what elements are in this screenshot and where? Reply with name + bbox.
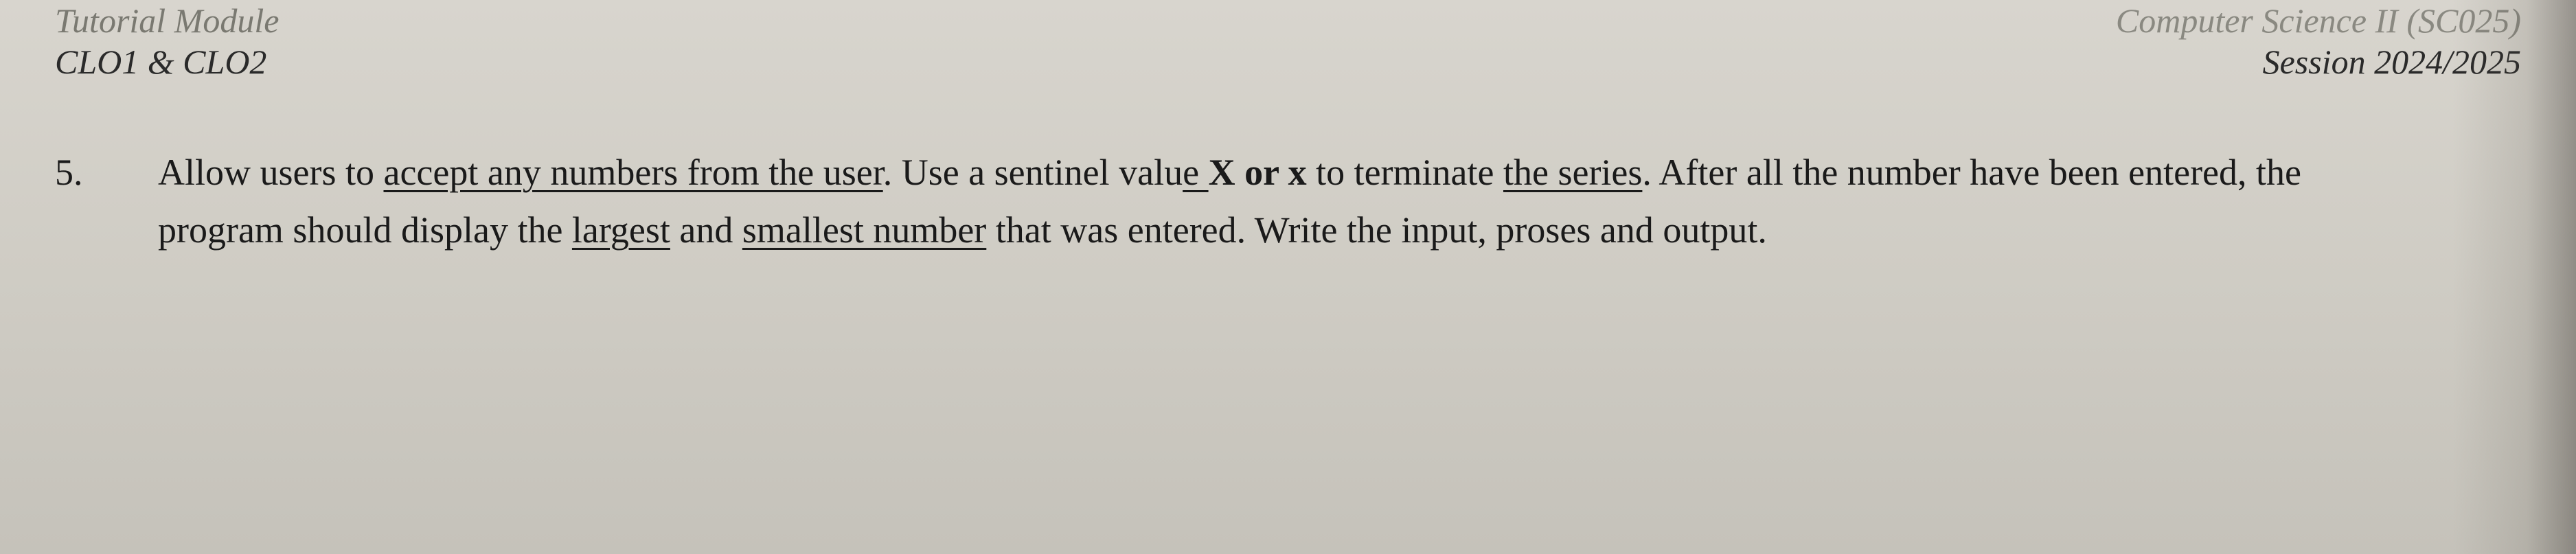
text-part: Allow users to: [158, 152, 383, 193]
text-part: . Use a sentinel valu: [883, 152, 1183, 193]
question-text: Allow users to accept any numbers from t…: [158, 144, 2521, 259]
clo-reference: CLO1 & CLO2: [55, 41, 279, 82]
header-left: Tutorial Module CLO1 & CLO2: [55, 0, 279, 82]
question-number: 5.: [55, 144, 158, 259]
text-part: that was entered. Write the input, prose…: [986, 209, 1767, 251]
course-code: Computer Science II (SC025): [2116, 0, 2521, 41]
question-block: 5. Allow users to accept any numbers fro…: [55, 144, 2521, 259]
text-underlined: smallest number: [742, 209, 986, 251]
page-header: Tutorial Module CLO1 & CLO2 Computer Sci…: [55, 0, 2521, 82]
text-underlined: accept any numbers from the user: [383, 152, 882, 193]
module-title: Tutorial Module: [55, 0, 279, 41]
document-page: Tutorial Module CLO1 & CLO2 Computer Sci…: [0, 0, 2576, 259]
text-part: to terminate: [1307, 152, 1503, 193]
text-underlined: largest: [572, 209, 670, 251]
session-year: Session 2024/2025: [2116, 41, 2521, 82]
text-part: and: [670, 209, 742, 251]
text-underlined: the series: [1503, 152, 1642, 193]
text-underlined: e: [1183, 152, 1208, 193]
header-right: Computer Science II (SC025) Session 2024…: [2116, 0, 2521, 82]
text-bold: X or x: [1209, 152, 1307, 193]
